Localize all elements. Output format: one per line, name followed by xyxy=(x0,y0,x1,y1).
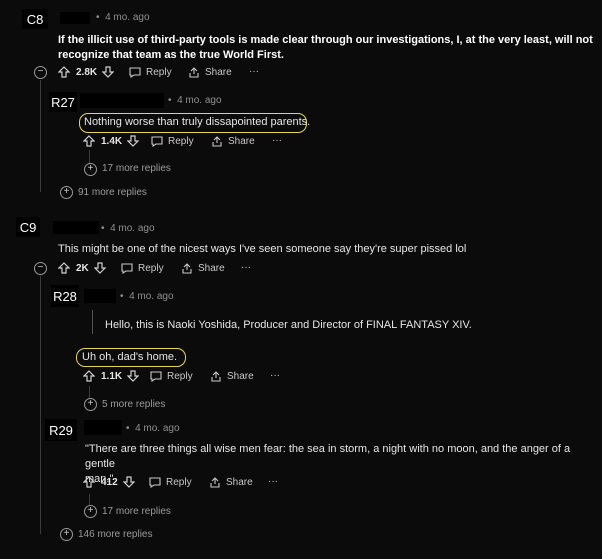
r28-timestamp: • 4 mo. ago xyxy=(120,291,174,302)
c8-comment-text: If the illicit use of third-party tools … xyxy=(58,34,593,61)
r28-vote-bar: 1.1K xyxy=(83,370,140,382)
downvote-icon[interactable] xyxy=(93,262,106,274)
r28-quote-text: Hello, this is Naoki Yoshida, Producer a… xyxy=(105,319,472,331)
expand-icon[interactable]: + xyxy=(84,505,97,518)
upvote-icon[interactable] xyxy=(83,370,95,382)
c9-comment-text: This might be one of the nicest ways I'v… xyxy=(58,243,467,255)
c8-username-redacted[interactable] xyxy=(60,12,90,24)
share-icon xyxy=(210,477,220,488)
r28-share-button[interactable]: Share xyxy=(210,371,254,382)
reply-icon xyxy=(121,263,133,274)
downvote-icon[interactable] xyxy=(122,476,135,488)
reply-icon xyxy=(151,136,163,147)
r28-vote-count: 1.1K xyxy=(101,370,123,382)
upvote-icon[interactable] xyxy=(58,66,70,78)
r27-username-redacted[interactable] xyxy=(80,93,164,108)
r29-vote-bar: 412 xyxy=(83,476,135,488)
expand-icon[interactable]: + xyxy=(84,398,97,411)
r29-more-replies[interactable]: 17 more replies xyxy=(102,506,171,517)
expand-icon[interactable]: + xyxy=(60,528,73,541)
c8-more-replies[interactable]: 91 more replies xyxy=(78,187,147,198)
downvote-icon[interactable] xyxy=(127,370,140,382)
r29-timestamp: • 4 mo. ago xyxy=(126,423,180,434)
c8-reply-button[interactable]: Reply xyxy=(129,67,172,78)
r29-tag: R29 xyxy=(45,419,77,441)
c8-vote-count: 2.8K xyxy=(76,66,98,78)
r29-share-button[interactable]: Share xyxy=(209,477,253,488)
reply-icon xyxy=(150,371,162,382)
collapse-icon[interactable]: − xyxy=(34,66,47,79)
c9-tag: C9 xyxy=(16,217,40,237)
r29-more-options[interactable]: ··· xyxy=(268,476,278,487)
r28-tag: R28 xyxy=(51,285,79,307)
c8-share-button[interactable]: Share xyxy=(188,67,232,78)
share-icon xyxy=(212,136,222,147)
r28-more-replies[interactable]: 5 more replies xyxy=(102,399,165,410)
upvote-icon[interactable] xyxy=(58,262,70,274)
c9-share-button[interactable]: Share xyxy=(181,263,225,274)
c9-username-redacted[interactable] xyxy=(53,221,99,234)
r28-more-options[interactable]: ··· xyxy=(270,370,280,381)
r28-reply-button[interactable]: Reply xyxy=(150,371,193,382)
r29-vote-count: 412 xyxy=(101,476,118,488)
upvote-icon[interactable] xyxy=(83,135,95,147)
r27-more-replies[interactable]: 17 more replies xyxy=(102,163,171,174)
c9-vote-count: 2K xyxy=(76,262,89,274)
downvote-icon[interactable] xyxy=(102,66,115,78)
r27-reply-button[interactable]: Reply xyxy=(151,136,194,147)
c8-more-options[interactable]: ··· xyxy=(249,66,259,77)
r29-reply-button[interactable]: Reply xyxy=(149,477,192,488)
r27-timestamp: • 4 mo. ago xyxy=(168,95,222,106)
share-icon xyxy=(189,67,199,78)
r28-username-redacted[interactable] xyxy=(84,289,116,303)
reply-icon xyxy=(129,67,141,78)
expand-icon[interactable]: + xyxy=(84,163,97,176)
r27-comment-text: Nothing worse than truly dissapointed pa… xyxy=(84,116,311,128)
r27-tag: R27 xyxy=(49,92,77,112)
share-icon xyxy=(211,371,221,382)
c9-reply-button[interactable]: Reply xyxy=(121,263,164,274)
share-icon xyxy=(182,263,192,274)
r27-more-options[interactable]: ··· xyxy=(272,135,282,146)
downvote-icon[interactable] xyxy=(127,135,140,147)
reply-icon xyxy=(149,477,161,488)
r27-vote-bar: 1.4K xyxy=(83,135,140,147)
c8-vote-bar: 2.8K xyxy=(58,66,115,78)
r27-vote-count: 1.4K xyxy=(101,135,123,147)
c9-timestamp: • 4 mo. ago xyxy=(101,223,155,234)
r29-username-redacted[interactable] xyxy=(84,420,122,435)
c8-tag: C8 xyxy=(22,9,48,29)
c9-more-options[interactable]: ··· xyxy=(241,262,251,273)
c9-more-replies[interactable]: 146 more replies xyxy=(78,529,152,540)
r27-share-button[interactable]: Share xyxy=(211,136,255,147)
r28-comment-text: Uh oh, dad's home. xyxy=(82,351,178,363)
c8-timestamp: • 4 mo. ago xyxy=(96,12,150,23)
upvote-icon[interactable] xyxy=(83,476,95,488)
c9-vote-bar: 2K xyxy=(58,262,106,274)
collapse-icon[interactable]: − xyxy=(34,262,47,275)
expand-icon[interactable]: + xyxy=(60,186,73,199)
